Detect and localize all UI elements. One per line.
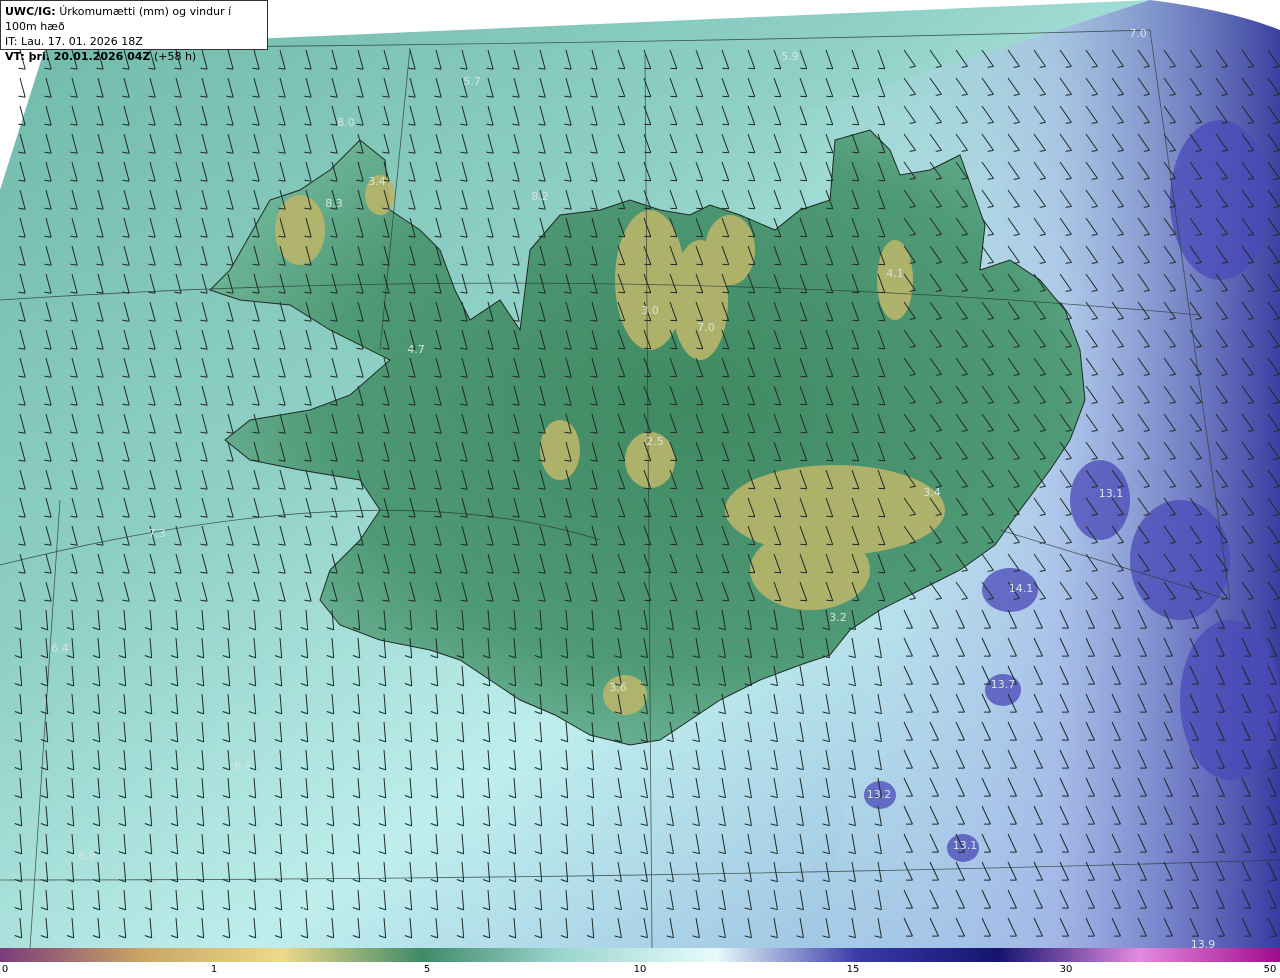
precip-value-label: 2.5 xyxy=(646,435,664,448)
precip-value-label: 8.2 xyxy=(531,190,549,203)
precip-value-label: 13.9 xyxy=(1191,938,1216,948)
precip-value-label: 3.0 xyxy=(641,304,659,317)
precip-value-label: 6.4 xyxy=(51,642,69,655)
precip-value-label: 13.2 xyxy=(867,788,892,801)
scale-tick: 15 xyxy=(846,964,860,975)
precip-value-label: 7.3 xyxy=(148,527,166,540)
precip-value-label: 7.0 xyxy=(697,321,715,334)
precip-value-label: 3.6 xyxy=(609,681,627,694)
precip-value-label: 3.4 xyxy=(923,486,941,499)
scale-tick: 1 xyxy=(210,964,218,975)
precip-value-label: 4.1 xyxy=(886,267,904,280)
forecast-offset: (+58 h) xyxy=(153,50,197,63)
precipitation-wind-map: 5.9 5.7 7.0 8.0 3.4 8.2 8.3 4.1 3.0 7.0 4.7 2.5 3.4 1… xyxy=(0,0,1280,948)
precip-value-label: 3.4 xyxy=(368,175,386,188)
valid-time: VT: þri. 20.01.2026 04Z xyxy=(5,50,151,63)
color-scale: 0 1 5 10 15 30 50 xyxy=(0,948,1280,978)
precip-value-label: 7.0 xyxy=(1129,27,1147,40)
precip-value-label: 13.1 xyxy=(1099,487,1124,500)
precip-value-label: 6.5 xyxy=(301,905,319,918)
scale-tick: 0 xyxy=(1,964,9,975)
map-info-box: UWC/IG: Úrkomumætti (mm) og vindur í 100… xyxy=(0,0,268,63)
precip-value-label: 8.3 xyxy=(325,197,343,210)
precip-value-label: 6.9 xyxy=(78,849,96,862)
precip-value-label: 5.9 xyxy=(781,50,799,63)
precip-value-label: 14.1 xyxy=(1009,582,1034,595)
precip-value-label: 6.4 xyxy=(234,759,252,772)
model-label: UWC/IG: xyxy=(5,5,56,18)
color-scale-gradient xyxy=(0,948,1280,962)
precip-value-label: 13.1 xyxy=(953,839,978,852)
precip-value-label: 3.2 xyxy=(829,611,847,624)
scale-tick: 5 xyxy=(423,964,431,975)
precip-value-label: 5.7 xyxy=(463,75,481,88)
scale-tick: 10 xyxy=(633,964,647,975)
scale-tick: 50 xyxy=(1263,964,1277,975)
precip-value-label: 8.0 xyxy=(337,116,355,129)
precip-value-label: 13.7 xyxy=(991,678,1016,691)
init-time: IT: Lau. 17. 01. 2026 18Z xyxy=(5,35,143,48)
precip-value-label: 4.7 xyxy=(407,343,425,356)
scale-tick: 30 xyxy=(1059,964,1073,975)
